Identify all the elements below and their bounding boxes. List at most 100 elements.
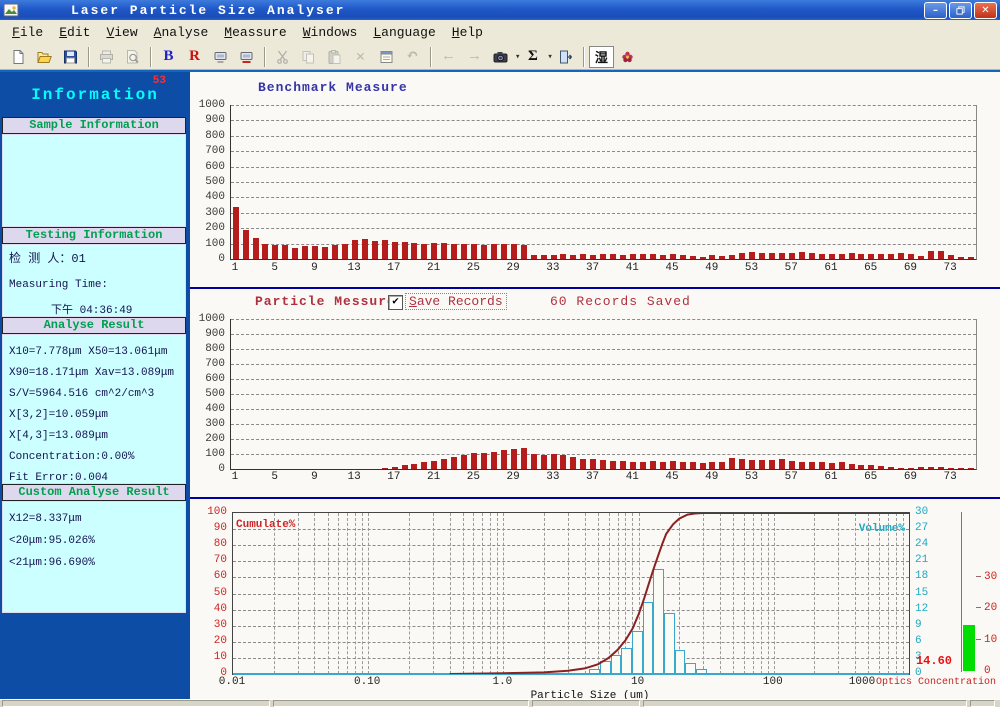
- bar: [630, 253, 636, 259]
- gauge-tick-label: 10: [984, 633, 998, 646]
- bar: [490, 451, 497, 469]
- bold-b-icon[interactable]: B: [156, 46, 181, 68]
- status-panel: [273, 700, 529, 707]
- bar: [232, 206, 239, 259]
- bar: [272, 244, 279, 259]
- camera-icon[interactable]: [488, 46, 513, 68]
- exit-icon[interactable]: [553, 46, 578, 68]
- bar: [649, 254, 656, 259]
- save-records-checkbox[interactable]: ✔: [388, 295, 403, 310]
- axis-tick-label: 37: [585, 262, 600, 274]
- axis-tick-label: 1000: [198, 313, 225, 325]
- bar: [639, 461, 646, 469]
- status-panel: [643, 700, 967, 707]
- paste-icon[interactable]: [322, 46, 347, 68]
- gridline: [231, 135, 976, 137]
- gridline: [231, 424, 976, 425]
- axis-tick-label: 40: [213, 602, 227, 615]
- axis-tick-label: 45: [665, 262, 679, 274]
- close-button[interactable]: ✕: [974, 2, 997, 19]
- bar: [381, 467, 388, 469]
- bar: [461, 454, 468, 469]
- forward-icon[interactable]: →: [462, 46, 487, 68]
- menu-edit[interactable]: Edit: [51, 22, 98, 43]
- menu-meassure[interactable]: Meassure: [216, 22, 294, 43]
- bar: [659, 461, 666, 469]
- optics-concentration-label: Optics Concentration: [876, 677, 997, 688]
- bar: [669, 254, 676, 259]
- bar: [550, 255, 557, 259]
- bar: [679, 461, 686, 469]
- save-icon[interactable]: [58, 46, 83, 68]
- bar: [600, 254, 607, 259]
- axis-tick-label: 200: [205, 222, 225, 235]
- axis-tick-label: 5: [271, 262, 278, 274]
- bar: [630, 461, 636, 469]
- bar: [669, 460, 676, 469]
- axis-tick-label: 800: [205, 343, 225, 355]
- toolbar-separator: [150, 46, 152, 67]
- menu-language[interactable]: Language: [365, 22, 443, 43]
- axis-tick-label: 65: [864, 262, 878, 274]
- axis-tick-label: 25: [466, 471, 480, 483]
- bar: [391, 466, 398, 469]
- axis-tick-label: 200: [205, 433, 225, 445]
- monitor-icon[interactable]: [208, 46, 233, 68]
- monitor-underline-icon[interactable]: [234, 46, 259, 68]
- axis-tick-label: 400: [205, 403, 225, 415]
- axis-tick-label: 17: [387, 471, 401, 483]
- bar: [937, 250, 944, 259]
- undo-icon[interactable]: ↶: [400, 46, 425, 68]
- sigma-icon[interactable]: Σ: [520, 46, 545, 68]
- bar: [918, 466, 925, 469]
- print-preview-icon[interactable]: [120, 46, 145, 68]
- bar: [788, 460, 795, 469]
- menu-view[interactable]: View: [98, 22, 145, 43]
- print-icon[interactable]: [94, 46, 119, 68]
- delete-icon[interactable]: ×: [348, 46, 373, 68]
- bar: [570, 255, 577, 259]
- bar: [282, 245, 289, 259]
- distribution-x-axis: 0.01 0.10 1.0 10 100 1000: [219, 676, 908, 689]
- save-records-label[interactable]: Save Records: [405, 293, 507, 310]
- restore-button[interactable]: [949, 2, 972, 19]
- bar: [530, 255, 537, 259]
- application-window: Laser Particle Size Analyser – ✕ File Edi…: [0, 0, 1000, 707]
- axis-tick-label: 21: [427, 262, 441, 274]
- flower-icon[interactable]: [615, 46, 640, 68]
- bar: [788, 252, 795, 259]
- menu-analyse[interactable]: Analyse: [146, 22, 217, 43]
- bar: [242, 229, 249, 259]
- menu-windows[interactable]: Windows: [295, 22, 366, 43]
- back-icon[interactable]: ←: [436, 46, 461, 68]
- info-line: Concentration:0.00%: [9, 451, 135, 463]
- copy-icon[interactable]: [296, 46, 321, 68]
- bar: [431, 242, 438, 259]
- red-r-icon[interactable]: R: [182, 46, 207, 68]
- bar: [510, 448, 517, 469]
- axis-tick-label: 45: [665, 471, 679, 483]
- properties-icon[interactable]: [374, 46, 399, 68]
- minimize-button[interactable]: –: [924, 2, 947, 19]
- bar: [341, 243, 348, 259]
- axis-tick-label: 65: [864, 471, 878, 483]
- axis-tick-label: 80: [213, 538, 227, 551]
- menu-file[interactable]: File: [4, 22, 51, 43]
- axis-tick-label: 13: [347, 471, 361, 483]
- bar: [888, 253, 895, 259]
- axis-tick-label: 700: [205, 358, 225, 370]
- bar: [371, 241, 378, 259]
- axis-tick-label: 61: [824, 471, 838, 483]
- open-icon[interactable]: [32, 46, 57, 68]
- bar: [779, 252, 785, 259]
- bar: [471, 244, 478, 259]
- bar: [808, 252, 815, 259]
- bar: [798, 461, 805, 469]
- cut-icon[interactable]: [270, 46, 295, 68]
- sample-information-box: [2, 134, 186, 227]
- bar: [937, 466, 944, 469]
- menu-help[interactable]: Help: [444, 22, 491, 43]
- new-icon[interactable]: [6, 46, 31, 68]
- wet-measure-icon[interactable]: 湿: [588, 45, 614, 68]
- bar: [620, 255, 627, 259]
